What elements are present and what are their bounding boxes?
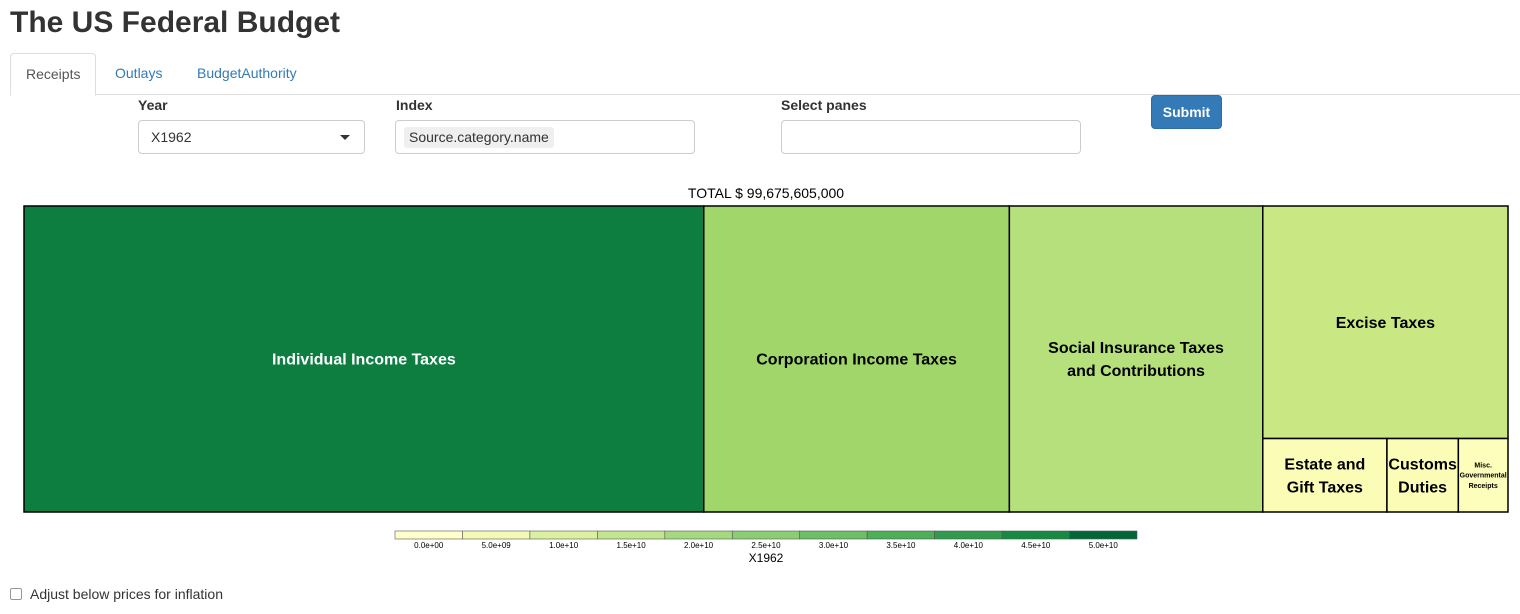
treemap-label-excise-taxes: Excise Taxes: [1336, 315, 1435, 332]
legend-tick-label: 1.0e+10: [549, 541, 579, 550]
treemap-cell-social-insurance-taxes-and-contributions: [1008, 205, 1264, 513]
legend-swatch: [529, 530, 598, 540]
legend-swatch: [1069, 530, 1138, 540]
treemap-label-individual-income-taxes: Individual Income Taxes: [272, 352, 456, 369]
treemap-label-corporation-income-taxes: Corporation Income Taxes: [756, 352, 957, 369]
legend-swatch: [1001, 530, 1070, 540]
legend-tick-label: 3.5e+10: [886, 541, 916, 550]
legend-swatch: [866, 530, 935, 540]
legend-tick-label: 1.5e+10: [617, 541, 647, 550]
legend-tick-label: 2.0e+10: [684, 541, 714, 550]
legend-tick-label: 0.0e+00: [414, 541, 444, 550]
inflation-option[interactable]: Adjust below prices for inflation: [10, 586, 223, 602]
legend-tick-label: 2.5e+10: [751, 541, 781, 550]
treemap-cell-customs-duties: [1386, 437, 1460, 513]
legend-swatch: [731, 530, 801, 540]
legend-tick-label: 3.0e+10: [819, 541, 849, 550]
inflation-checkbox[interactable]: [10, 588, 22, 600]
legend-swatch: [799, 530, 868, 540]
legend-swatch: [664, 530, 733, 540]
inflation-label: Adjust below prices for inflation: [30, 586, 223, 602]
treemap-cell-estate-and-gift-taxes: [1262, 437, 1388, 513]
legend-tick-label: 5.0e+09: [482, 541, 512, 550]
legend-tick-label: 4.5e+10: [1021, 541, 1051, 550]
legend-caption: X1962: [748, 551, 784, 565]
legend-tick-label: 5.0e+10: [1089, 541, 1119, 550]
legend-tick-label: 4.0e+10: [954, 541, 984, 550]
treemap-chart: Individual Income Taxes Corporation Incom…: [23, 205, 1509, 550]
legend-swatch: [394, 530, 463, 540]
legend-swatch: [597, 530, 666, 540]
legend-swatch: [934, 530, 1003, 540]
legend-swatch: [462, 530, 531, 540]
